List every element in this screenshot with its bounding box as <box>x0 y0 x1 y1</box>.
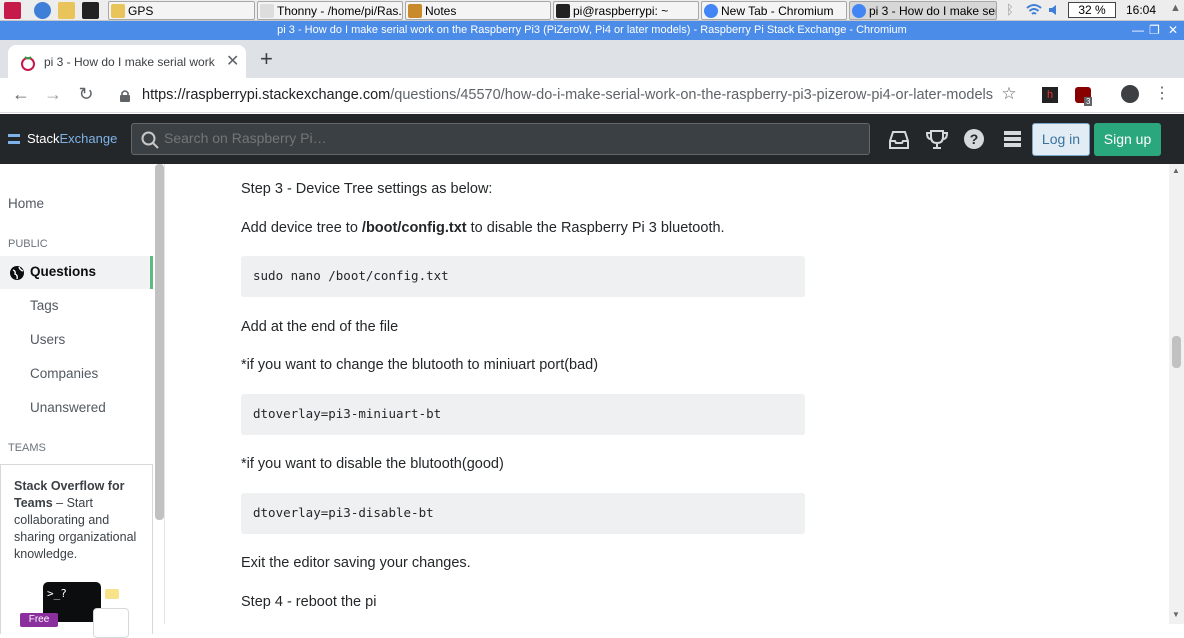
menu-dots-icon[interactable]: ⋮ <box>1151 83 1173 105</box>
scroll-down-icon[interactable]: ▼ <box>1172 610 1180 619</box>
free-badge: Free <box>20 613 58 627</box>
scroll-up-icon[interactable]: ▲ <box>1172 166 1180 175</box>
wifi-icon[interactable] <box>1026 3 1042 17</box>
nav-questions-label: Questions <box>30 264 97 279</box>
address-bar[interactable]: https://raspberrypi.stackexchange.com/qu… <box>142 87 993 103</box>
inbox-icon[interactable] <box>888 129 910 151</box>
chromium-icon <box>704 4 718 18</box>
step3-text: Step 3 - Device Tree settings as below: <box>241 181 493 197</box>
search-icon <box>141 131 159 149</box>
task-gps[interactable]: GPS <box>108 1 255 20</box>
browser-launcher-icon[interactable] <box>34 2 51 19</box>
step4-text: Step 4 - reboot the pi <box>241 594 377 610</box>
close-icon[interactable]: ✕ <box>1168 21 1178 40</box>
url-host: https://raspberrypi.stackexchange.com <box>142 87 391 103</box>
raspberry-menu-icon[interactable] <box>4 2 21 19</box>
folder-icon <box>111 4 125 18</box>
chromium-icon <box>852 4 866 18</box>
maximize-icon[interactable]: ❐ <box>1149 21 1160 40</box>
page-scrollbar[interactable]: ▲ ▼ <box>1169 164 1184 624</box>
help-icon[interactable]: ? <box>964 129 984 149</box>
disable-bt-note: *if you want to disable the blutooth(goo… <box>241 456 504 472</box>
code-block-miniuart: dtoverlay=pi3-miniuart-bt <box>241 394 805 435</box>
extension-h-icon[interactable]: h <box>1042 87 1058 103</box>
page-scroll-thumb[interactable] <box>1172 336 1181 368</box>
task-thonny[interactable]: Thonny - /home/pi/Ras... <box>257 1 403 20</box>
answer-content: Step 3 - Device Tree settings as below: … <box>165 164 1169 624</box>
eject-icon[interactable]: ▲ <box>1170 2 1181 14</box>
task-notes[interactable]: Notes <box>405 1 551 20</box>
sidebar-scroll-thumb[interactable] <box>155 164 164 520</box>
raspberry-favicon-icon <box>21 56 35 71</box>
url-path: /questions/45570/how-do-i-make-serial-wo… <box>390 87 994 103</box>
exit-editor-text: Exit the editor saving your changes. <box>241 555 471 571</box>
teams-promo: Stack Overflow for Teams – Start collabo… <box>0 464 153 638</box>
tab-title: pi 3 - How do I make serial work on the … <box>44 55 216 69</box>
thonny-icon <box>260 4 274 18</box>
new-tab-icon[interactable]: + <box>260 46 273 72</box>
nav-companies[interactable]: Companies <box>30 366 98 381</box>
forward-icon[interactable]: → <box>42 83 64 105</box>
extension-badge: 3 <box>1084 97 1093 106</box>
window-titlebar: pi 3 - How do I make serial work on the … <box>0 21 1184 40</box>
nav-heading-public: PUBLIC <box>8 238 48 250</box>
add-device-tree-text: Add device tree to /boot/config.txt to d… <box>241 220 725 236</box>
browser-toolbar: ← → ↻ https://raspberrypi.stackexchange.… <box>0 78 1184 113</box>
sidebar-scrollbar[interactable] <box>155 164 164 624</box>
nav-questions[interactable]: Questions <box>0 256 153 289</box>
nav-tags[interactable]: Tags <box>30 298 59 313</box>
battery-indicator[interactable]: 32 % <box>1068 2 1116 18</box>
left-sidebar: Home PUBLIC Questions Tags Users Compani… <box>0 164 165 638</box>
window-title: pi 3 - How do I make serial work on the … <box>277 24 907 36</box>
stackexchange-logo[interactable]: StackExchange <box>8 131 117 146</box>
teams-illustration-card <box>93 608 129 638</box>
minimize-icon[interactable]: — <box>1132 21 1144 40</box>
signup-button[interactable]: Sign up <box>1094 123 1161 156</box>
achievements-trophy-icon[interactable] <box>926 129 948 151</box>
stackexchange-logo-icon <box>8 134 20 144</box>
back-icon[interactable]: ← <box>10 83 32 105</box>
tab-strip: pi 3 - How do I make serial work on the … <box>0 40 1184 78</box>
browser-tab-active[interactable]: pi 3 - How do I make serial work on the … <box>8 45 246 78</box>
search-box[interactable] <box>131 123 870 155</box>
task-new-tab[interactable]: New Tab - Chromium <box>701 1 847 20</box>
site-header: StackExchange ? Log in Sign up <box>0 114 1184 164</box>
add-end-text: Add at the end of the file <box>241 319 399 335</box>
task-terminal[interactable]: pi@raspberrypi: ~ <box>553 1 699 20</box>
bookmark-star-icon[interactable]: ☆ <box>998 83 1020 105</box>
clock[interactable]: 16:04 <box>1126 3 1156 17</box>
terminal-icon <box>556 4 570 18</box>
chat-bubble-icon <box>105 589 119 599</box>
reload-icon[interactable]: ↻ <box>75 83 97 105</box>
nav-unanswered[interactable]: Unanswered <box>30 400 106 415</box>
miniuart-note: *if you want to change the blutooth to m… <box>241 357 599 373</box>
bluetooth-icon[interactable]: ᛒ <box>1006 2 1014 17</box>
pencil-icon <box>408 4 422 18</box>
code-block-disable-bt: dtoverlay=pi3-disable-bt <box>241 493 805 534</box>
nav-home[interactable]: Home <box>8 196 44 211</box>
tab-close-icon[interactable]: ✕ <box>226 51 239 71</box>
file-manager-icon[interactable] <box>58 2 75 19</box>
search-input[interactable] <box>164 130 854 146</box>
code-block-nano: sudo nano /boot/config.txt <box>241 256 805 297</box>
volume-icon[interactable] <box>1048 4 1062 16</box>
nav-heading-teams: TEAMS <box>8 442 46 454</box>
task-chromium-active[interactable]: pi 3 - How do I make ser... <box>849 1 997 20</box>
teams-promo-text: Stack Overflow for Teams – Start collabo… <box>14 478 146 563</box>
profile-icon[interactable] <box>1121 85 1139 103</box>
os-taskbar: GPS Thonny - /home/pi/Ras... Notes pi@ra… <box>0 0 1184 21</box>
lock-icon[interactable] <box>119 89 131 103</box>
login-button[interactable]: Log in <box>1032 123 1090 156</box>
config-path: /boot/config.txt <box>361 220 467 236</box>
nav-users[interactable]: Users <box>30 332 65 347</box>
site-switcher-icon[interactable] <box>1002 129 1024 151</box>
terminal-launcher-icon[interactable] <box>82 2 99 19</box>
globe-icon <box>10 266 24 280</box>
